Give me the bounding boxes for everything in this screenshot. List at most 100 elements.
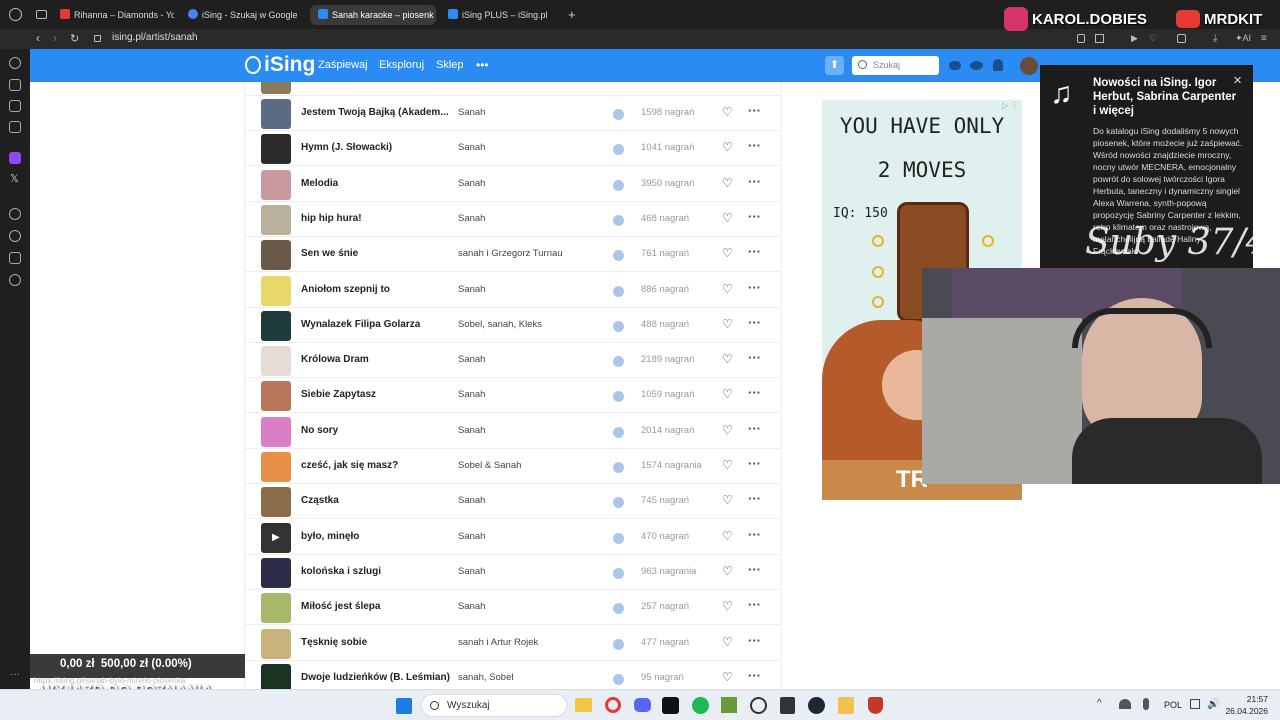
song-title[interactable]: Hymn (J. Słowacki): [301, 142, 451, 153]
list-item[interactable]: Tęsknię sobie sanah i Artur Rojek 477 nagr…: [245, 626, 781, 661]
song-thumbnail[interactable]: [261, 663, 291, 689]
song-title[interactable]: Jestem Twoją Bajką (Akadem...: [301, 107, 451, 118]
song-artist[interactable]: sanah i Grzegorz Turnau: [458, 248, 563, 259]
shield-icon[interactable]: [868, 697, 883, 714]
heart-icon[interactable]: ♡: [722, 105, 733, 119]
song-title[interactable]: hip hip hura!: [301, 213, 451, 224]
song-thumbnail[interactable]: [261, 204, 291, 235]
forward-icon[interactable]: ›: [53, 31, 57, 45]
bell-icon[interactable]: [993, 59, 1003, 71]
song-artist[interactable]: Sanah: [458, 389, 485, 400]
pin-icon[interactable]: [1077, 34, 1085, 43]
heart-icon[interactable]: ♡: [722, 211, 733, 225]
song-title[interactable]: Aniołom szepnij to: [301, 284, 451, 295]
menu-icon[interactable]: ≡: [1261, 33, 1267, 44]
list-item[interactable]: było, minęło Sanah 470 nagrań ♡ ··· ▶: [245, 520, 781, 555]
tray-chevron-icon[interactable]: ^: [1097, 698, 1102, 709]
heart-icon[interactable]: ♡: [722, 176, 733, 190]
url-field[interactable]: ising.pl/artist/sanah: [112, 32, 198, 43]
nav-zaspiewaj[interactable]: Zaśpiewaj: [318, 59, 368, 71]
song-title[interactable]: Sen we śnie: [301, 248, 451, 259]
list-item[interactable]: cześć, jak się masz? Sobel & Sanah 1574 na…: [245, 449, 781, 484]
song-title[interactable]: cześć, jak się masz?: [301, 460, 451, 471]
heart-icon[interactable]: ♡: [722, 635, 733, 649]
x-icon[interactable]: 𝕏: [10, 172, 19, 185]
more-icon[interactable]: ···: [10, 669, 20, 680]
file-explorer-icon[interactable]: [575, 698, 592, 712]
reload-icon[interactable]: ↻: [70, 32, 79, 45]
messages-icon[interactable]: [949, 61, 961, 70]
play-icon[interactable]: ▶: [272, 532, 280, 543]
download-icon[interactable]: ⤓: [1213, 33, 1217, 44]
song-title[interactable]: Dwoje ludzieńków (B. Leśmian): [301, 672, 451, 683]
more-icon[interactable]: ···: [748, 456, 761, 471]
tools-icon[interactable]: [9, 100, 21, 112]
heart-icon[interactable]: ♡: [722, 423, 733, 437]
song-thumbnail[interactable]: [261, 557, 291, 588]
list-item[interactable]: Królowa Dram Sanah 2189 nagrań ♡ ···: [245, 343, 781, 379]
song-thumbnail[interactable]: [261, 487, 291, 518]
song-title[interactable]: Cząstka: [301, 495, 451, 506]
song-artist[interactable]: Sanah: [458, 425, 485, 436]
more-icon[interactable]: ···: [748, 315, 761, 330]
more-icon[interactable]: ···: [748, 421, 761, 436]
song-thumbnail[interactable]: [261, 99, 291, 129]
song-artist[interactable]: Sanah: [458, 566, 485, 577]
player-icon[interactable]: [9, 208, 21, 220]
song-thumbnail[interactable]: [261, 416, 291, 447]
song-artist[interactable]: Sanah: [458, 354, 485, 365]
more-icon[interactable]: ···: [748, 103, 761, 118]
song-title[interactable]: No sory: [301, 425, 451, 436]
heart-icon[interactable]: ♡: [1149, 33, 1157, 44]
song-title[interactable]: Miłość jest ślepa: [301, 601, 451, 612]
extensions-icon[interactable]: [1177, 34, 1186, 43]
minecraft-icon[interactable]: [721, 697, 737, 713]
spotify-icon[interactable]: [692, 697, 709, 714]
song-artist[interactable]: Sanah: [458, 495, 485, 506]
clock-time[interactable]: 21:57: [1232, 694, 1268, 704]
tab-youtube[interactable]: Rihanna – Diamonds - You: [52, 5, 174, 25]
song-artist[interactable]: sanah, Sobel: [458, 672, 513, 683]
search-input[interactable]: Szukaj: [852, 56, 939, 75]
list-item[interactable]: Cząstka Sanah 745 nagrań ♡ ···: [245, 484, 781, 520]
network-icon[interactable]: [1190, 699, 1200, 709]
heart-icon[interactable]: ♡: [722, 458, 733, 472]
song-artist[interactable]: Sanah: [458, 142, 485, 153]
microphone-icon[interactable]: [1143, 698, 1149, 710]
heart-icon[interactable]: ♡: [722, 317, 733, 331]
song-thumbnail[interactable]: [261, 346, 291, 377]
capcut-icon[interactable]: [662, 697, 679, 714]
upload-button[interactable]: ⬆: [825, 56, 844, 75]
twitch-icon[interactable]: [9, 152, 21, 164]
screenshot-icon[interactable]: [1095, 34, 1104, 43]
xbox-icon[interactable]: [750, 697, 767, 714]
heart-icon[interactable]: ♡: [722, 352, 733, 366]
tab-overview-icon[interactable]: [36, 10, 47, 19]
list-item[interactable]: hip hip hura! Sanah 468 nagrań ♡ ···: [245, 202, 781, 237]
list-item[interactable]: Wynalazek Filipa Golarza Sobel, sanah, Kl…: [245, 308, 781, 343]
wifi-icon[interactable]: [1119, 699, 1131, 709]
song-title[interactable]: było, minęło: [301, 531, 451, 542]
song-title[interactable]: Wynalazek Filipa Golarza: [301, 319, 451, 330]
tab-google[interactable]: iSing - Szukaj w Google: [180, 5, 304, 25]
more-icon[interactable]: ···: [748, 244, 761, 259]
chat-icon[interactable]: [9, 79, 21, 91]
song-title[interactable]: Królowa Dram: [301, 354, 451, 365]
tab-ising-plus[interactable]: iSing PLUS – iSing.pl: [440, 5, 562, 25]
back-icon[interactable]: ‹: [36, 31, 40, 45]
start-icon[interactable]: [396, 698, 412, 714]
nav-more-icon[interactable]: •••: [476, 58, 489, 72]
list-item[interactable]: [245, 82, 781, 96]
tab-sanah-karaoke[interactable]: Sanah karaoke – piosenk: [310, 5, 436, 25]
song-thumbnail[interactable]: [261, 310, 291, 341]
settings-icon[interactable]: [9, 274, 21, 286]
list-item[interactable]: Siebie Zapytasz Sanah 1059 nagrań ♡ ···: [245, 378, 781, 414]
history-icon[interactable]: [9, 230, 21, 242]
song-artist[interactable]: Sanah: [458, 531, 485, 542]
list-item[interactable]: Melodia Sanah 3950 nagrań ♡ ···: [245, 167, 781, 202]
clock-date[interactable]: 26.04.2026: [1222, 706, 1268, 716]
song-thumbnail[interactable]: [261, 381, 291, 412]
nav-sklep[interactable]: Sklep: [436, 59, 464, 71]
app-icon[interactable]: [838, 697, 854, 714]
list-item[interactable]: kolońska i szlugi Sanah 963 nagrania ♡ ···: [245, 555, 781, 590]
